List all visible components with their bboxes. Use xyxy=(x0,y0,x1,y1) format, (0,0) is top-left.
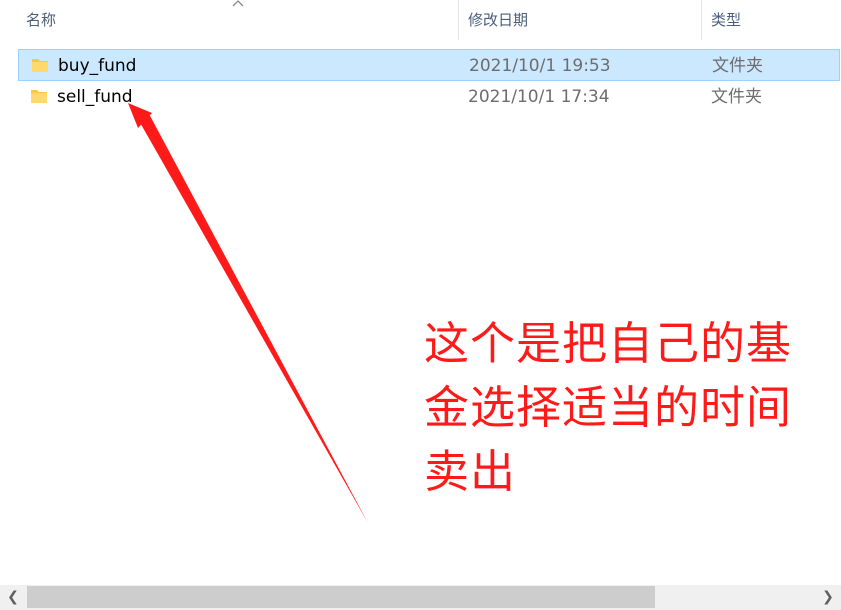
file-row-buy-fund[interactable]: buy_fund 2021/10/1 19:53 文件夹 xyxy=(18,49,840,81)
column-header-date-modified[interactable]: 修改日期 xyxy=(460,0,701,40)
annotation-line: 金选择适当的时间 xyxy=(424,381,793,434)
annotation-line: 卖出 xyxy=(424,445,517,498)
file-name[interactable]: buy_fund xyxy=(58,50,136,82)
file-date-modified: 2021/10/1 17:34 xyxy=(468,87,610,107)
annotation-text: 这个是把自己的基 金选择适当的时间 卖出 xyxy=(424,312,834,504)
column-header-name[interactable]: 名称 xyxy=(18,0,458,40)
horizontal-scrollbar[interactable]: ❮ ❯ xyxy=(0,585,841,610)
folder-icon xyxy=(31,90,47,103)
folder-icon xyxy=(32,59,48,72)
column-header-bar: 名称 修改日期 类型 xyxy=(0,0,841,40)
column-header-type[interactable]: 类型 xyxy=(703,0,841,40)
file-type: 文件夹 xyxy=(712,56,763,76)
file-type: 文件夹 xyxy=(711,87,762,107)
file-row-sell-fund[interactable]: sell_fund 2021/10/1 17:34 文件夹 xyxy=(18,81,840,113)
column-divider[interactable] xyxy=(458,0,459,40)
annotation-line: 这个是把自己的基 xyxy=(424,317,793,370)
file-date-modified: 2021/10/1 19:53 xyxy=(469,56,611,76)
scrollbar-thumb[interactable] xyxy=(27,586,655,608)
scroll-right-icon[interactable]: ❯ xyxy=(817,585,839,610)
scroll-left-icon[interactable]: ❮ xyxy=(2,585,24,610)
column-divider[interactable] xyxy=(701,0,702,40)
file-name[interactable]: sell_fund xyxy=(57,81,133,113)
